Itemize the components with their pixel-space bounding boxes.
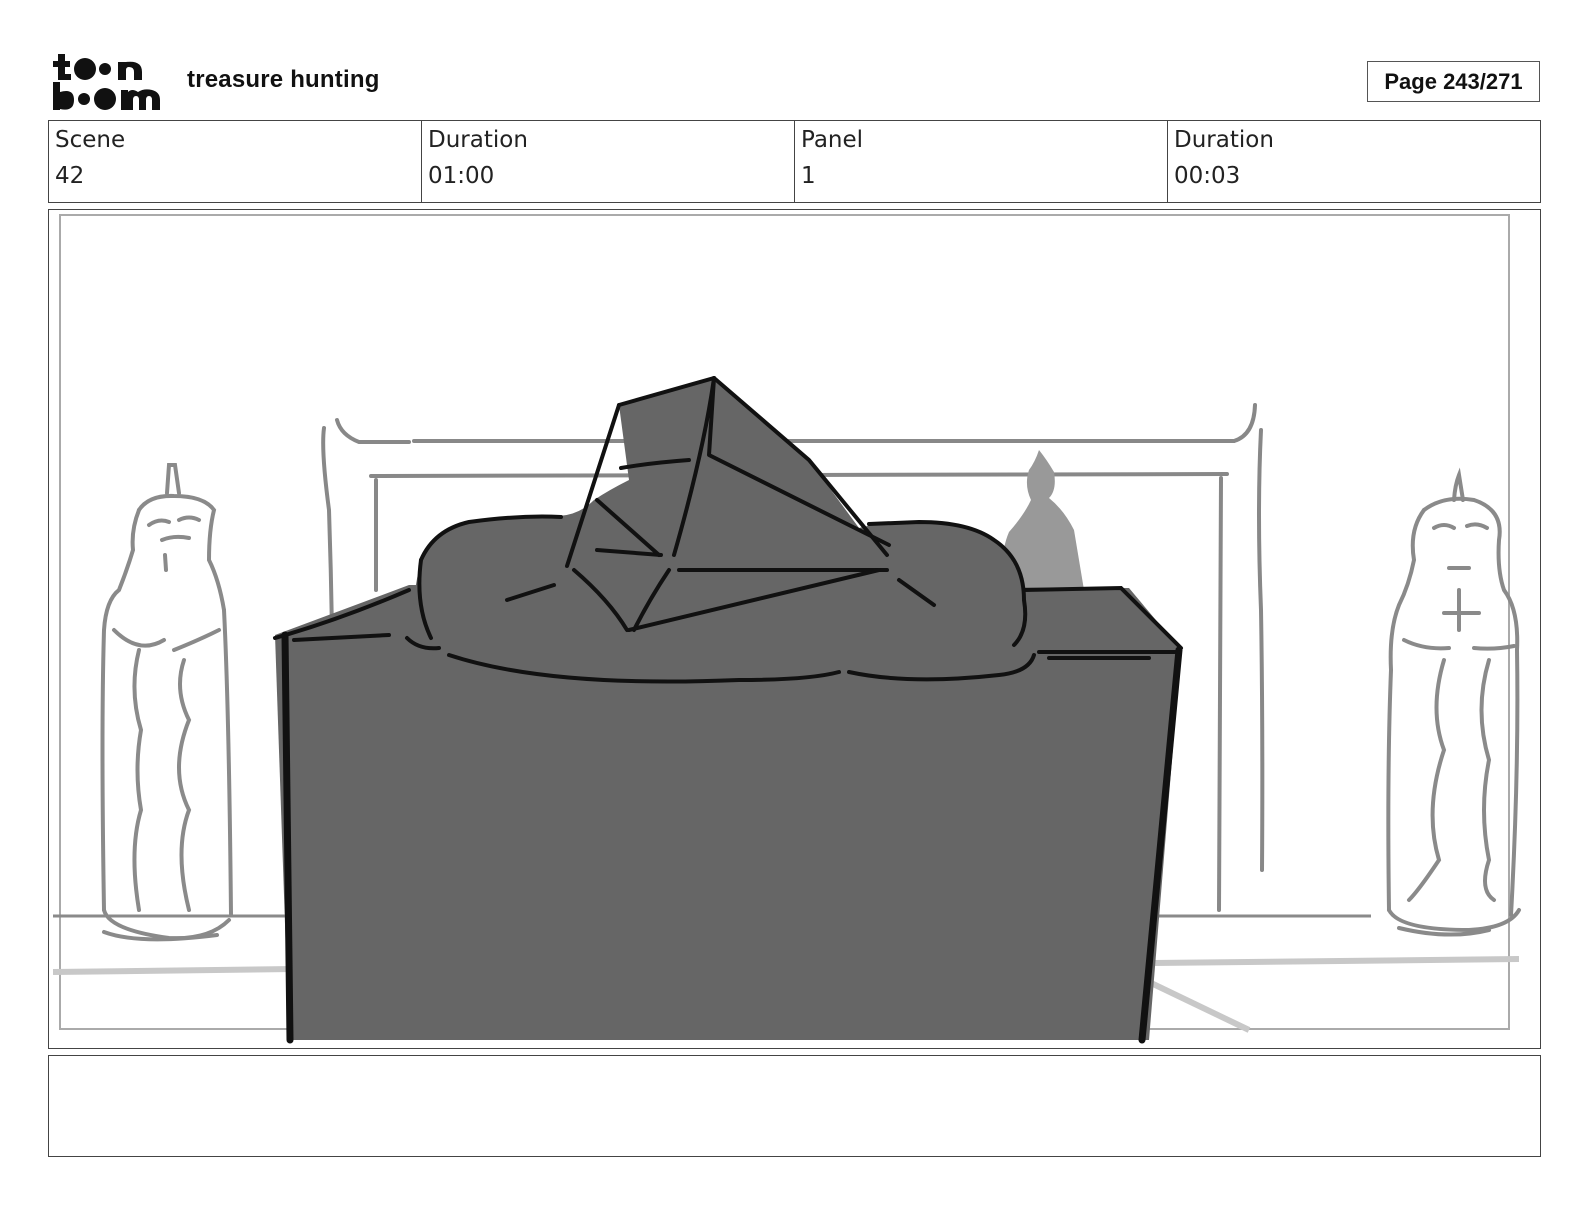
panel-duration-label: Duration (1174, 127, 1274, 153)
logo-mark (53, 54, 160, 110)
scene-value: 42 (55, 163, 85, 189)
project-title: treasure hunting (187, 66, 380, 93)
scene-duration-cell: Duration 01:00 (422, 121, 795, 202)
panel-sketch (52, 214, 1521, 1044)
storyboard-panel (48, 209, 1541, 1049)
panel-label: Panel (801, 127, 864, 153)
page-indicator: Page 243/271 (1367, 61, 1540, 102)
panel-notes-box (48, 1055, 1541, 1157)
right-statue (1386, 467, 1521, 937)
toon-boom-logo (52, 52, 164, 112)
panel-duration-cell: Duration 00:03 (1168, 121, 1540, 202)
draped-cloth (405, 376, 1036, 684)
panel-notes-text (49, 1056, 1540, 1072)
scene-duration-label: Duration (428, 127, 528, 153)
page-label: Page 243/271 (1384, 68, 1523, 94)
scene-duration-value: 01:00 (428, 163, 495, 189)
scene-info-table: Scene 42 Duration 01:00 Panel 1 Duration… (48, 120, 1541, 203)
panel-cell: Panel 1 (795, 121, 1168, 202)
scene-cell: Scene 42 (49, 121, 422, 202)
left-statue (100, 463, 233, 942)
panel-value: 1 (801, 163, 816, 189)
scene-label: Scene (55, 127, 126, 153)
panel-duration-value: 00:03 (1174, 163, 1241, 189)
